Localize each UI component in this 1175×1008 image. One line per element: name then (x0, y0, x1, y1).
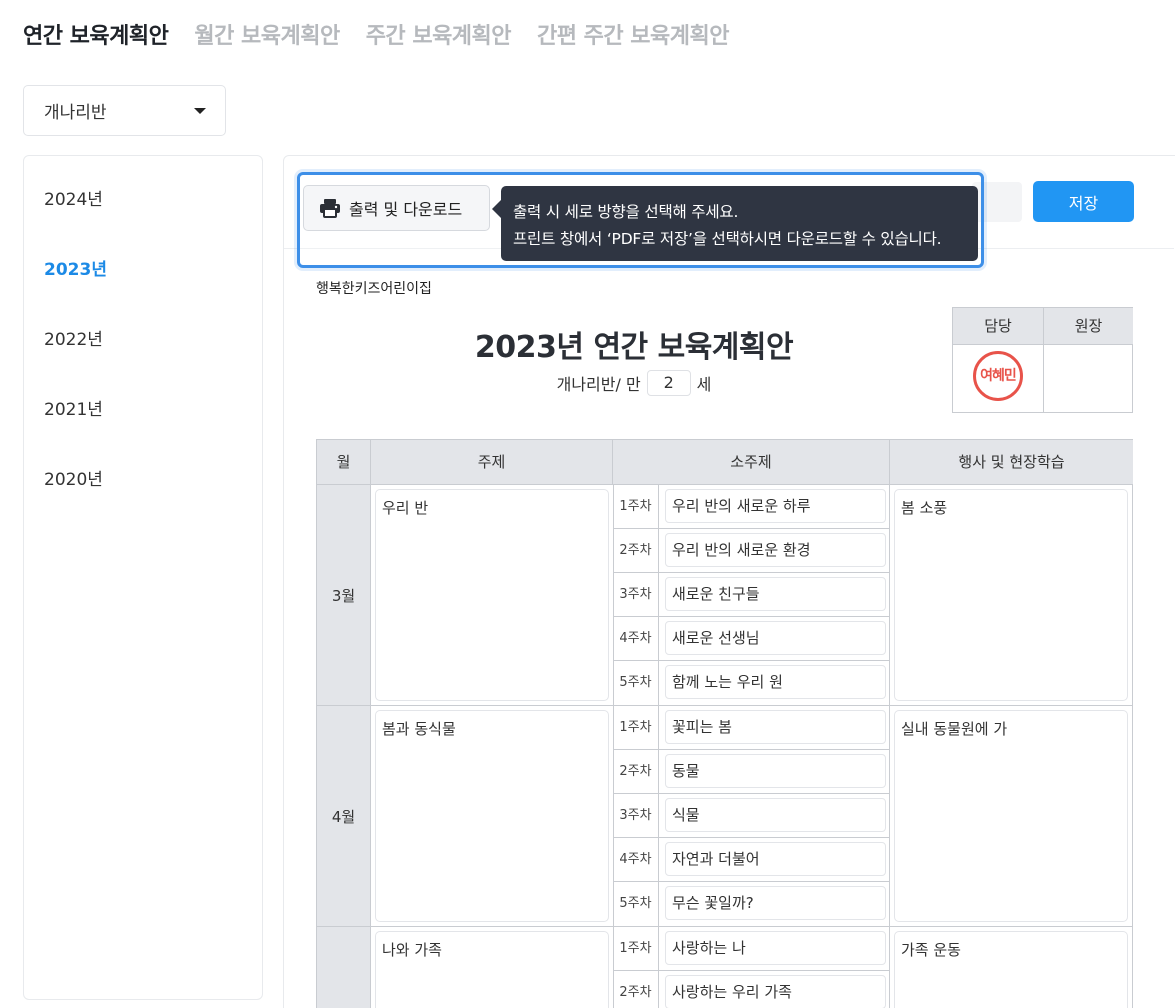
week-label: 5주차 (613, 882, 659, 926)
approval-box: 담당 원장 여혜민 (952, 307, 1133, 413)
month-cell: 3월 (317, 485, 371, 706)
tab-annual-plan[interactable]: 연간 보육계획안 (23, 18, 169, 50)
approval-col-director: 원장 (1044, 308, 1133, 345)
tooltip-line-2: 프린트 창에서 ‘PDF로 저장’을 선택하시면 다운로드할 수 있습니다. (513, 230, 942, 248)
header-month: 월 (317, 440, 371, 485)
tooltip-line-1: 출력 시 세로 방향을 선택해 주세요. (513, 203, 739, 221)
age-suffix: 세 (696, 375, 712, 394)
subtheme-input[interactable]: 우리 반의 새로운 하루 (665, 489, 886, 523)
week-row: 1주차 꽃피는 봄 (613, 706, 890, 750)
tab-monthly-plan[interactable]: 월간 보육계획안 (194, 18, 340, 50)
week-label: 1주차 (613, 706, 659, 750)
plan-class-age: 개나리반/ 만 2 세 (316, 370, 952, 396)
week-label: 5주차 (613, 661, 659, 705)
tab-weekly-plan[interactable]: 주간 보육계획안 (366, 18, 512, 50)
week-row: 3주차 식물 (613, 794, 890, 838)
subtheme-input[interactable]: 우리 반의 새로운 환경 (665, 533, 886, 567)
org-name: 행복한키즈어린이집 (316, 281, 432, 297)
subtheme-input[interactable]: 식물 (665, 798, 886, 832)
print-download-label: 출력 및 다운로드 (349, 200, 463, 219)
caret-down-icon (194, 108, 206, 114)
print-download-button[interactable]: 출력 및 다운로드 (303, 185, 490, 231)
week-label: 2주차 (613, 750, 659, 794)
week-row: 5주차 무슨 꽃일까? (613, 882, 890, 927)
subtheme-input[interactable]: 꽃피는 봄 (665, 710, 886, 744)
week-row: 4주차 새로운 선생님 (613, 617, 890, 661)
subtheme-input[interactable]: 함께 노는 우리 원 (665, 665, 886, 699)
year-item-2021[interactable]: 2021년 (44, 395, 103, 420)
theme-input[interactable]: 봄과 동식물 (375, 710, 609, 922)
year-list: 2024년 2023년 2022년 2021년 2020년 (23, 155, 263, 1000)
week-row: 1주차 사랑하는 나 (613, 927, 890, 971)
week-row: 2주차 동물 (613, 750, 890, 794)
plan-title: 2023년 연간 보육계획안 (474, 330, 794, 365)
header-subtheme: 소주제 (613, 440, 890, 485)
save-button[interactable]: 저장 (1033, 181, 1134, 222)
week-row: 4주차 자연과 더불어 (613, 838, 890, 882)
year-item-2020[interactable]: 2020년 (44, 465, 103, 490)
week-row: 5주차 함께 노는 우리 원 (613, 661, 890, 706)
subtheme-input[interactable]: 자연과 더불어 (665, 842, 886, 876)
week-row: 2주차 사랑하는 우리 가족 (613, 971, 890, 1008)
week-row: 1주차 우리 반의 새로운 하루 (613, 485, 890, 529)
subtheme-input[interactable]: 동물 (665, 754, 886, 788)
week-label: 3주차 (613, 794, 659, 838)
week-label: 4주차 (613, 617, 659, 661)
year-item-2024[interactable]: 2024년 (44, 185, 103, 210)
events-input[interactable]: 가족 운동 (894, 931, 1128, 1008)
tooltip-arrow (492, 200, 501, 218)
header-events: 행사 및 현장학습 (890, 440, 1133, 485)
subtheme-input[interactable]: 사랑하는 우리 가족 (665, 975, 886, 1008)
class-prefix: 개나리반/ 만 (556, 375, 641, 394)
class-select-value: 개나리반 (44, 103, 107, 123)
approval-col-manager: 담당 (953, 308, 1043, 345)
events-input[interactable]: 봄 소풍 (894, 489, 1128, 701)
printer-icon (320, 199, 340, 218)
theme-input[interactable]: 우리 반 (375, 489, 609, 701)
week-label: 4주차 (613, 838, 659, 882)
subtheme-input[interactable]: 무슨 꽃일까? (665, 886, 886, 920)
week-label: 2주차 (613, 971, 659, 1008)
events-input[interactable]: 실내 동물원에 가 (894, 710, 1128, 922)
week-row: 3주차 새로운 친구들 (613, 573, 890, 617)
class-select[interactable]: 개나리반 (23, 85, 226, 136)
month-cell (317, 927, 371, 1008)
plan-type-tabs: 연간 보육계획안 월간 보육계획안 주간 보육계획안 간편 주간 보육계획안 (23, 18, 730, 50)
signature-stamp: 여혜민 (973, 351, 1023, 401)
subtheme-input[interactable]: 사랑하는 나 (665, 931, 886, 965)
tab-simple-weekly-plan[interactable]: 간편 주간 보육계획안 (537, 18, 729, 50)
week-label: 1주차 (613, 927, 659, 971)
week-row: 2주차 우리 반의 새로운 환경 (613, 529, 890, 573)
year-item-2022[interactable]: 2022년 (44, 325, 103, 350)
week-label: 1주차 (613, 485, 659, 529)
print-tooltip: 출력 시 세로 방향을 선택해 주세요. 프린트 창에서 ‘PDF로 저장’을 … (501, 186, 978, 261)
theme-input[interactable]: 나와 가족 (375, 931, 609, 1008)
subtheme-input[interactable]: 새로운 친구들 (665, 577, 886, 611)
year-item-2023[interactable]: 2023년 (44, 255, 107, 280)
week-label: 3주차 (613, 573, 659, 617)
subtheme-input[interactable]: 새로운 선생님 (665, 621, 886, 655)
month-cell: 4월 (317, 706, 371, 927)
age-input[interactable]: 2 (646, 370, 691, 396)
header-theme: 주제 (371, 440, 613, 485)
plan-table: 월 주제 소주제 행사 및 현장학습 3월 우리 반 봄 소풍 1주차 우리 반… (316, 439, 1133, 1008)
week-label: 2주차 (613, 529, 659, 573)
approval-divider (1043, 308, 1044, 412)
